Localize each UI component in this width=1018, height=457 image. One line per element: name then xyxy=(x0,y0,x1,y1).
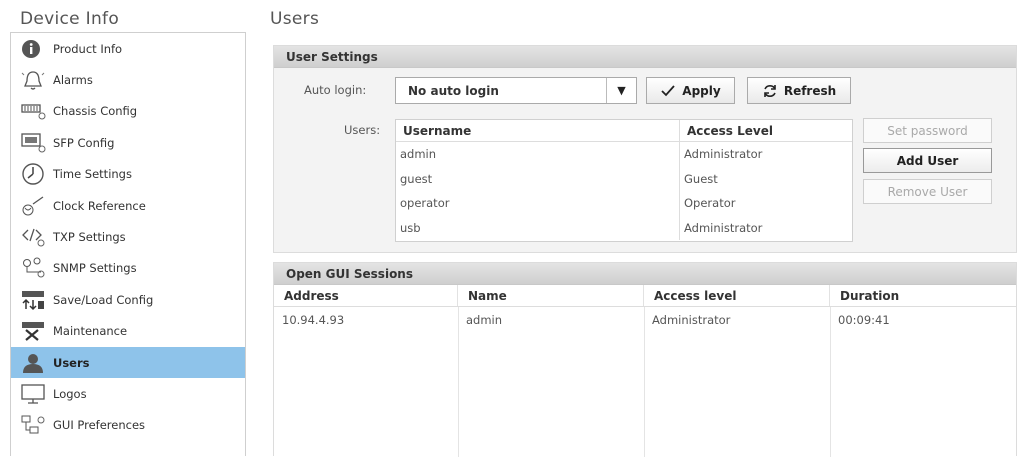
cell-username: operator xyxy=(396,191,680,216)
refresh-icon xyxy=(762,83,778,99)
column-name[interactable]: Name xyxy=(458,285,644,306)
sidebar-item-txp-settings[interactable]: TXP Settings xyxy=(11,221,245,252)
sidebar-item-label: Save/Load Config xyxy=(53,292,154,307)
sidebar-item-label: Alarms xyxy=(53,73,93,88)
cell-username: admin xyxy=(396,142,680,167)
table-row[interactable]: operator Operator xyxy=(396,191,852,216)
sidebar-item-label: GUI Preferences xyxy=(53,418,146,433)
cell-access-level: Administrator xyxy=(684,147,763,162)
monitor-icon xyxy=(21,382,51,406)
auto-login-value: No auto login xyxy=(408,83,499,98)
settings-diagram-icon xyxy=(21,413,51,437)
apply-label: Apply xyxy=(682,83,721,98)
save-load-icon xyxy=(21,288,51,312)
sidebar-item-label: SFP Config xyxy=(53,135,115,150)
column-username[interactable]: Username xyxy=(396,120,680,141)
user-icon xyxy=(21,351,51,375)
sidebar-item-label: TXP Settings xyxy=(53,230,126,245)
column-address[interactable]: Address xyxy=(274,285,458,306)
cell-address: 10.94.4.93 xyxy=(282,313,345,327)
sidebar-item-product-info[interactable]: Product Info xyxy=(11,33,245,64)
code-icon xyxy=(21,225,51,249)
remove-user-button[interactable]: Remove User xyxy=(863,179,992,204)
sidebar-item-label: SNMP Settings xyxy=(53,261,137,276)
users-table-header: Username Access Level xyxy=(396,120,852,142)
sidebar-item-label: Product Info xyxy=(53,41,123,56)
sidebar-item-label: Users xyxy=(53,355,90,370)
sidebar-item-label: Maintenance xyxy=(53,324,128,339)
sidebar-item-label: Chassis Config xyxy=(53,104,138,119)
user-settings-panel: User Settings Auto login: No auto login … xyxy=(273,45,1017,253)
auto-login-label: Auto login: xyxy=(304,83,367,97)
chassis-icon xyxy=(21,99,51,123)
users-table: Username Access Level admin Administrato… xyxy=(395,119,853,242)
table-row[interactable]: admin Administrator xyxy=(396,142,852,167)
cell-username: guest xyxy=(396,166,680,191)
open-gui-sessions-panel: Open GUI Sessions Address Name Access le… xyxy=(273,262,1017,457)
column-divider xyxy=(830,307,831,457)
sidebar-item-clock-reference[interactable]: Clock Reference xyxy=(11,190,245,221)
cell-access-level: Operator xyxy=(684,196,736,211)
column-duration[interactable]: Duration xyxy=(830,285,1016,306)
sfp-module-icon xyxy=(21,131,51,155)
sidebar: Product Info Alarms Chassis Config SFP C… xyxy=(10,32,246,456)
table-row[interactable]: 10.94.4.93 admin Administrator 00:09:41 xyxy=(274,307,1016,333)
sidebar-item-users[interactable]: Users xyxy=(11,346,245,379)
sidebar-item-time-settings[interactable]: Time Settings xyxy=(11,159,245,190)
cell-access-level: Guest xyxy=(684,171,718,186)
refresh-button[interactable]: Refresh xyxy=(747,77,851,104)
cell-access-level: Administrator xyxy=(652,313,731,327)
sidebar-item-label: Time Settings xyxy=(53,167,132,182)
add-user-button[interactable]: Add User xyxy=(863,148,992,173)
page-title: Users xyxy=(270,9,320,29)
table-row[interactable]: guest Guest xyxy=(396,166,852,191)
open-gui-sessions-header: Open GUI Sessions xyxy=(274,263,1016,285)
set-password-button[interactable]: Set password xyxy=(863,118,992,143)
sidebar-item-snmp-settings[interactable]: SNMP Settings xyxy=(11,253,245,284)
tools-icon xyxy=(21,319,51,343)
cell-duration: 00:09:41 xyxy=(838,313,890,327)
sessions-table: Address Name Access level Duration 10.94… xyxy=(274,285,1016,457)
cell-name: admin xyxy=(466,313,503,327)
sidebar-item-logos[interactable]: Logos xyxy=(11,378,245,409)
sidebar-item-sfp-config[interactable]: SFP Config xyxy=(11,127,245,158)
refresh-label: Refresh xyxy=(783,83,837,98)
sidebar-item-alarms[interactable]: Alarms xyxy=(11,64,245,95)
cell-username: usb xyxy=(396,215,680,240)
sidebar-item-save-load-config[interactable]: Save/Load Config xyxy=(11,284,245,315)
column-divider xyxy=(458,307,459,457)
chevron-down-icon[interactable]: ▼ xyxy=(606,78,636,103)
sidebar-item-chassis-config[interactable]: Chassis Config xyxy=(11,96,245,127)
sidebar-item-maintenance[interactable]: Maintenance xyxy=(11,316,245,347)
network-nodes-icon xyxy=(21,256,51,280)
sessions-table-header: Address Name Access level Duration xyxy=(274,285,1016,307)
table-row[interactable]: usb Administrator xyxy=(396,215,852,240)
bell-icon xyxy=(21,68,51,92)
cell-access-level: Administrator xyxy=(684,220,763,235)
column-access-level[interactable]: Access level xyxy=(644,285,830,306)
info-icon xyxy=(21,37,51,61)
satellite-icon xyxy=(21,194,51,218)
user-settings-header: User Settings xyxy=(274,46,1016,68)
sidebar-item-gui-preferences[interactable]: GUI Preferences xyxy=(11,410,245,441)
sidebar-item-label: Logos xyxy=(53,386,87,401)
apply-button[interactable]: Apply xyxy=(646,77,735,104)
clock-icon xyxy=(21,162,51,186)
users-label: Users: xyxy=(344,123,381,137)
sidebar-title: Device Info xyxy=(20,9,120,29)
column-divider xyxy=(644,307,645,457)
check-icon xyxy=(660,84,676,98)
auto-login-select[interactable]: No auto login ▼ xyxy=(395,77,637,104)
column-access-level[interactable]: Access Level xyxy=(680,120,852,141)
sidebar-item-label: Clock Reference xyxy=(53,198,146,213)
